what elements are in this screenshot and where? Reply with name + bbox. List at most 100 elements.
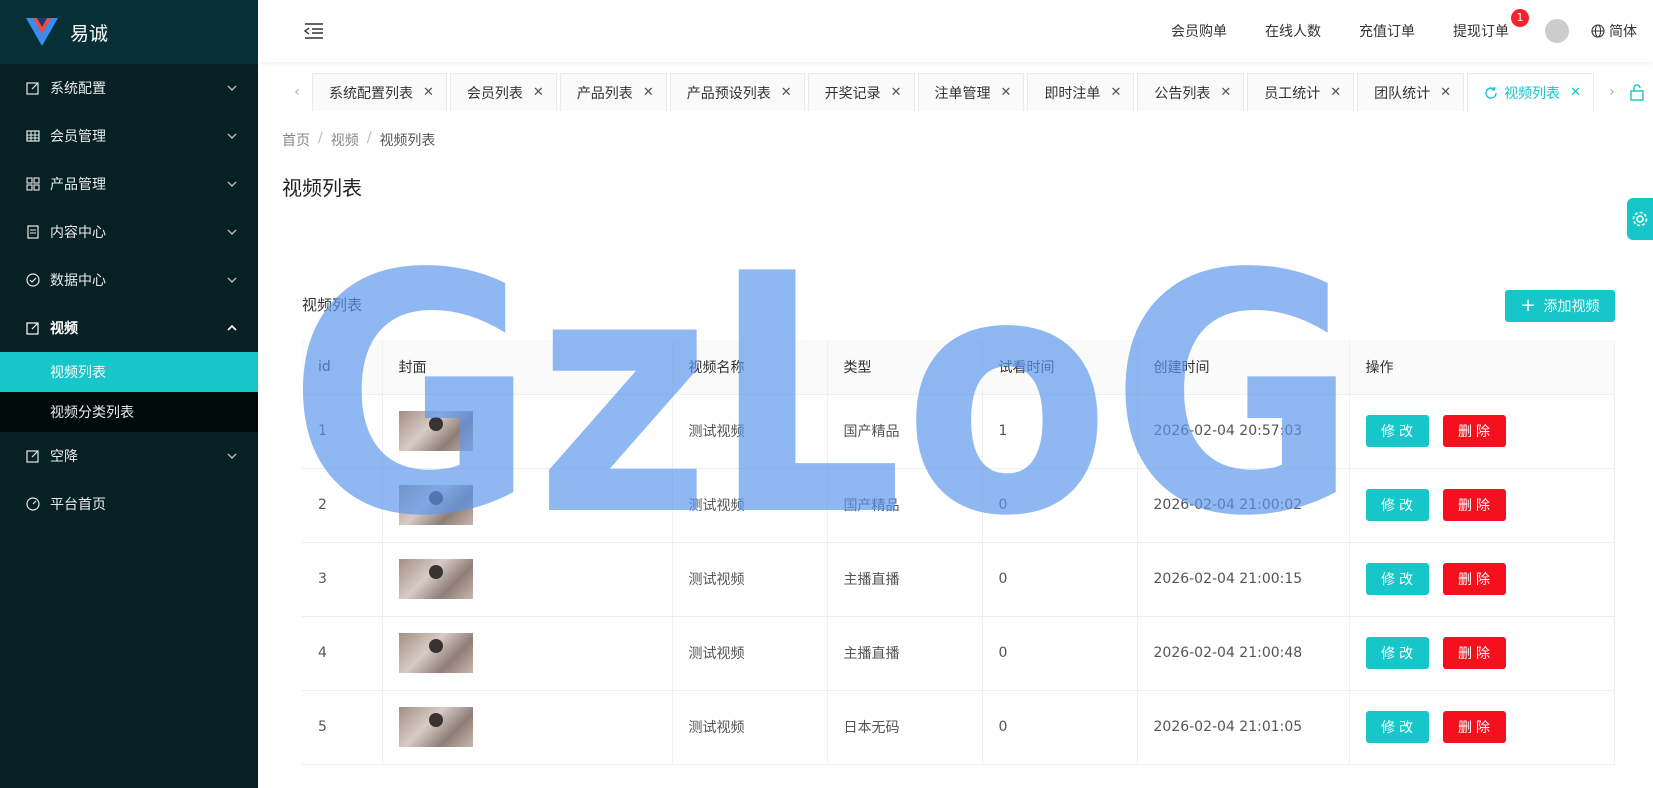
sidebar-item-video[interactable]: 视频 — [0, 304, 258, 352]
tab-announcement-list[interactable]: 公告列表 ✕ — [1137, 73, 1245, 111]
vue-logo-icon — [26, 18, 58, 46]
document-icon — [27, 225, 39, 239]
cell-id: 2 — [302, 468, 383, 543]
close-icon[interactable]: ✕ — [1440, 85, 1451, 100]
tab-member-list[interactable]: 会员列表 ✕ — [449, 73, 557, 111]
recharge-orders-link[interactable]: 充值订单 — [1359, 21, 1415, 41]
cell-type: 日本无码 — [827, 690, 983, 765]
delete-button[interactable]: 删除 — [1442, 711, 1506, 743]
tab-label: 即时注单 — [1044, 85, 1101, 102]
withdraw-orders-link[interactable]: 提现订单 1 — [1453, 9, 1529, 41]
chevron-down-icon — [227, 229, 237, 235]
avatar[interactable] — [1545, 19, 1569, 43]
cell-id: 5 — [302, 690, 383, 765]
chevron-down-icon — [227, 277, 237, 283]
edit-button[interactable]: 修改 — [1365, 489, 1429, 521]
cell-id: 4 — [302, 616, 383, 691]
chevron-down-icon — [227, 85, 237, 91]
cell-type: 国产精品 — [827, 468, 983, 543]
sidebar-item-label: 系统配置 — [50, 81, 106, 97]
close-icon[interactable]: ✕ — [781, 85, 792, 100]
edit-button[interactable]: 修改 — [1365, 637, 1429, 669]
chevron-down-icon — [227, 453, 237, 459]
sidebar-item-platform-home[interactable]: 平台首页 — [0, 480, 258, 528]
add-video-button[interactable]: + 添加视频 — [1505, 290, 1615, 322]
tab-label: 产品列表 — [576, 85, 633, 102]
cell-type: 主播直播 — [827, 542, 983, 617]
logo[interactable]: 易诚 — [0, 0, 258, 64]
tabs-prev-icon[interactable]: ‹ — [282, 73, 312, 111]
edit-button[interactable]: 修改 — [1365, 563, 1429, 595]
sidebar-item-members[interactable]: 会员管理 — [0, 112, 258, 160]
cell-actions: 修改 删除 — [1349, 690, 1615, 765]
sidebar-item-content[interactable]: 内容中心 — [0, 208, 258, 256]
delete-button[interactable]: 删除 — [1442, 637, 1506, 669]
close-icon[interactable]: ✕ — [1570, 85, 1581, 100]
sidebar-subitem-video-list[interactable]: 视频列表 — [0, 352, 258, 392]
delete-button[interactable]: 删除 — [1442, 415, 1506, 447]
notification-badge: 1 — [1511, 9, 1529, 27]
cover-thumbnail[interactable] — [398, 559, 473, 599]
edit-button[interactable]: 修改 — [1365, 711, 1429, 743]
cell-cover — [382, 468, 673, 543]
menu-fold-icon[interactable] — [304, 22, 324, 40]
delete-button[interactable]: 删除 — [1442, 563, 1506, 595]
breadcrumb-section[interactable]: 视频 — [331, 130, 359, 150]
sidebar-item-system-config[interactable]: 系统配置 — [0, 64, 258, 112]
close-icon[interactable]: ✕ — [891, 85, 902, 100]
language-switch[interactable]: 简体 — [1591, 21, 1637, 41]
tab-team-stats[interactable]: 团队统计 ✕ — [1357, 73, 1465, 111]
cover-thumbnail[interactable] — [398, 707, 473, 747]
sidebar-item-airdrop[interactable]: 空降 — [0, 432, 258, 480]
tab-label: 会员列表 — [466, 85, 523, 102]
tab-label: 注单管理 — [934, 85, 991, 102]
sidebar-item-label: 内容中心 — [50, 225, 106, 241]
close-icon[interactable]: ✕ — [1330, 85, 1341, 100]
sidebar-item-label: 会员管理 — [50, 129, 106, 145]
close-icon[interactable]: ✕ — [1110, 85, 1121, 100]
close-icon[interactable]: ✕ — [1220, 85, 1231, 100]
cell-trial-time: 0 — [982, 690, 1138, 765]
refresh-icon[interactable] — [1484, 86, 1498, 100]
tab-video-list[interactable]: 视频列表 ✕ — [1467, 73, 1594, 111]
close-icon[interactable]: ✕ — [643, 85, 654, 100]
tab-label: 开奖记录 — [824, 85, 881, 102]
cover-thumbnail[interactable] — [398, 633, 473, 673]
close-icon[interactable]: ✕ — [423, 85, 434, 100]
card-title: 视频列表 — [302, 296, 363, 314]
cell-trial-time: 0 — [982, 616, 1138, 691]
column-header-trial-time: 试看时间 — [982, 340, 1138, 395]
edit-button[interactable]: 修改 — [1365, 415, 1429, 447]
globe-icon — [1591, 24, 1605, 38]
close-icon[interactable]: ✕ — [533, 85, 544, 100]
sidebar-item-data[interactable]: 数据中心 — [0, 256, 258, 304]
top-links: 会员购单 在线人数 充值订单 提现订单 1 简体 — [1133, 0, 1653, 62]
unlock-icon[interactable] — [1629, 83, 1645, 101]
sidebar-subitem-video-category-list[interactable]: 视频分类列表 — [0, 392, 258, 432]
member-orders-link[interactable]: 会员购单 — [1171, 21, 1227, 41]
sidebar-item-label: 产品管理 — [50, 177, 106, 193]
close-icon[interactable]: ✕ — [1001, 85, 1012, 100]
cover-thumbnail[interactable] — [398, 411, 473, 451]
tabs-next-icon[interactable]: › — [1597, 73, 1627, 111]
sidebar-item-products[interactable]: 产品管理 — [0, 160, 258, 208]
tab-staff-stats[interactable]: 员工统计 ✕ — [1247, 73, 1355, 111]
tab-bet-management[interactable]: 注单管理 ✕ — [917, 73, 1025, 111]
online-users-link[interactable]: 在线人数 — [1265, 21, 1321, 41]
tab-system-config-list[interactable]: 系统配置列表 ✕ — [312, 73, 447, 111]
tab-label: 团队统计 — [1374, 85, 1431, 102]
cell-name: 测试视频 — [672, 616, 828, 691]
settings-drawer-toggle[interactable] — [1627, 198, 1653, 240]
delete-button[interactable]: 删除 — [1442, 489, 1506, 521]
breadcrumb-home[interactable]: 首页 — [282, 130, 310, 150]
tab-product-list[interactable]: 产品列表 ✕ — [559, 73, 667, 111]
column-header-type: 类型 — [827, 340, 983, 395]
tab-product-preset-list[interactable]: 产品预设列表 ✕ — [669, 73, 805, 111]
tab-lottery-records[interactable]: 开奖记录 ✕ — [807, 73, 915, 111]
table-row: 3 测试视频 主播直播 0 2026-02-04 21:00:15 修改 删除 — [302, 542, 1615, 617]
cell-cover — [382, 690, 673, 765]
tab-realtime-bets[interactable]: 即时注单 ✕ — [1027, 73, 1135, 111]
cover-thumbnail[interactable] — [398, 485, 473, 525]
sidebar: 易诚 系统配置 会员管理 产品管理 内容中心 数据中心 视频 视频列表 视频分类… — [0, 0, 258, 788]
cell-cover — [382, 542, 673, 617]
